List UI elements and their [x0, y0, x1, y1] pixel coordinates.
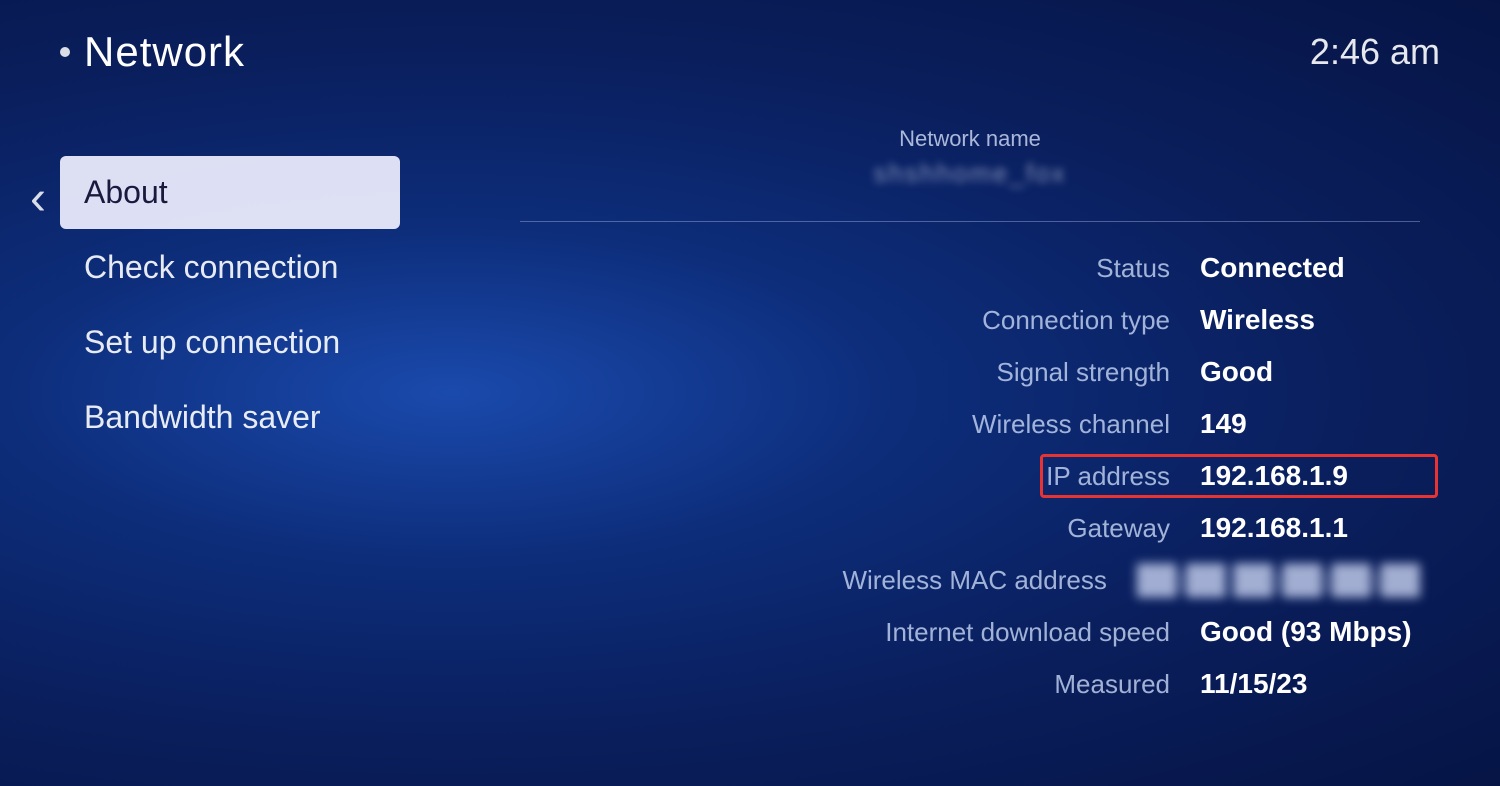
row-signal-strength: Signal strength Good [520, 346, 1420, 398]
row-ip-address: IP address 192.168.1.9 [520, 450, 1420, 502]
header: Network 2:46 am [0, 0, 1500, 96]
label-wireless-mac: Wireless MAC address [767, 565, 1107, 596]
header-dot-icon [60, 47, 70, 57]
label-wireless-channel: Wireless channel [830, 409, 1170, 440]
label-ip-address: IP address [830, 461, 1170, 492]
nav-item-check-connection[interactable]: Check connection [60, 231, 400, 304]
row-wireless-channel: Wireless channel 149 [520, 398, 1420, 450]
value-connection-type: Wireless [1200, 304, 1420, 336]
back-button[interactable]: ‹ [30, 171, 46, 226]
network-name-value: shshhome_fox [520, 158, 1420, 189]
row-measured: Measured 11/15/23 [520, 658, 1420, 710]
value-ip-address: 192.168.1.9 [1200, 460, 1420, 492]
value-status: Connected [1200, 252, 1420, 284]
nav-item-about[interactable]: About [60, 156, 400, 229]
value-signal-strength: Good [1200, 356, 1420, 388]
label-measured: Measured [830, 669, 1170, 700]
nav-item-set-up-connection[interactable]: Set up connection [60, 306, 400, 379]
clock: 2:46 am [1310, 31, 1440, 73]
sidebar: ‹ About Check connection Set up connecti… [60, 96, 400, 782]
row-status: Status Connected [520, 242, 1420, 294]
value-wireless-channel: 149 [1200, 408, 1420, 440]
network-name-section: Network name shshhome_fox [520, 126, 1420, 189]
value-wireless-mac: ██:██ ██:██:██:██ [1137, 564, 1420, 596]
label-status: Status [830, 253, 1170, 284]
label-gateway: Gateway [830, 513, 1170, 544]
row-connection-type: Connection type Wireless [520, 294, 1420, 346]
row-download-speed: Internet download speed Good (93 Mbps) [520, 606, 1420, 658]
label-connection-type: Connection type [830, 305, 1170, 336]
value-gateway: 192.168.1.1 [1200, 512, 1420, 544]
network-name-label: Network name [520, 126, 1420, 152]
value-download-speed: Good (93 Mbps) [1200, 616, 1420, 648]
main-layout: ‹ About Check connection Set up connecti… [0, 96, 1500, 782]
header-title-area: Network [60, 28, 245, 76]
label-signal-strength: Signal strength [830, 357, 1170, 388]
info-table: Status Connected Connection type Wireles… [520, 242, 1420, 710]
page-title: Network [84, 28, 245, 76]
nav-item-bandwidth-saver[interactable]: Bandwidth saver [60, 381, 400, 454]
row-gateway: Gateway 192.168.1.1 [520, 502, 1420, 554]
row-wireless-mac: Wireless MAC address ██:██ ██:██:██:██ [520, 554, 1420, 606]
value-measured: 11/15/23 [1200, 668, 1420, 700]
label-download-speed: Internet download speed [830, 617, 1170, 648]
divider [520, 221, 1420, 222]
content-panel: Network name shshhome_fox Status Connect… [400, 96, 1500, 782]
